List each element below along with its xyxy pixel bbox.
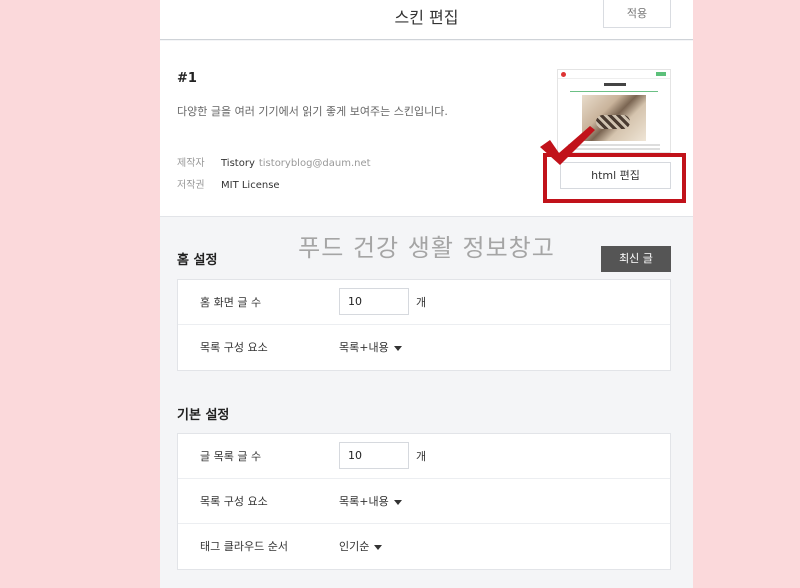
header-bar: 스킨 편집 적용 (160, 0, 693, 40)
tag-cloud-order-select[interactable]: 인기순 (339, 538, 383, 554)
basic-settings-title: 기본 설정 (177, 408, 230, 423)
maker-name: Tistory (221, 158, 255, 169)
home-post-count-label: 홈 화면 글 수 (200, 296, 262, 309)
list-post-count-row: 글 목록 글 수 개 (178, 434, 670, 479)
chevron-down-icon (393, 345, 402, 351)
list-post-count-label: 글 목록 글 수 (200, 450, 262, 463)
maker-row: 제작자 Tistory tistoryblog@daum.net (177, 154, 371, 169)
recent-posts-button[interactable]: 최신 글 (601, 246, 671, 272)
maker-email: tistoryblog@daum.net (258, 158, 371, 169)
list-post-count-unit: 개 (416, 450, 427, 463)
home-post-count-unit: 개 (416, 296, 427, 309)
license-row: 저작권 MIT License (177, 176, 280, 191)
skin-number: #1 (177, 71, 197, 86)
apply-button[interactable]: 적용 (603, 0, 671, 28)
home-settings-title: 홈 설정 (177, 253, 218, 268)
tag-cloud-order-row: 태그 클라우드 순서 인기순 (178, 524, 670, 569)
home-list-composition-row: 목록 구성 요소 목록+내용 (178, 325, 670, 370)
checkmark-icon (540, 126, 595, 165)
home-settings-card: 홈 화면 글 수 개 목록 구성 요소 목록+내용 (177, 279, 671, 371)
skin-edit-panel: 스킨 편집 적용 #1 다양한 글을 여러 기기에서 읽기 좋게 보여주는 스킨… (160, 0, 693, 588)
license-label: 저작권 (177, 180, 205, 191)
home-list-composition-label: 목록 구성 요소 (200, 341, 268, 354)
list-composition-row: 목록 구성 요소 목록+내용 (178, 479, 670, 524)
basic-settings-card: 글 목록 글 수 개 목록 구성 요소 목록+내용 태그 클라우드 순서 인기순 (177, 433, 671, 570)
thumbnail-header (558, 70, 670, 79)
list-composition-select[interactable]: 목록+내용 (339, 493, 402, 509)
license-value: MIT License (221, 180, 280, 191)
tag-cloud-order-value: 인기순 (339, 540, 370, 553)
chevron-down-icon (393, 499, 402, 505)
list-composition-value: 목록+내용 (339, 495, 389, 508)
tag-cloud-order-label: 태그 클라우드 순서 (200, 540, 288, 553)
home-list-composition-select[interactable]: 목록+내용 (339, 339, 402, 355)
home-post-count-input[interactable] (339, 288, 409, 315)
home-list-composition-value: 목록+내용 (339, 341, 389, 354)
list-post-count-input[interactable] (339, 442, 409, 469)
chevron-down-icon (374, 544, 383, 550)
home-post-count-row: 홈 화면 글 수 개 (178, 280, 670, 325)
skin-description: 다양한 글을 여러 기기에서 읽기 좋게 보여주는 스킨입니다. (177, 105, 448, 118)
maker-label: 제작자 (177, 158, 205, 169)
list-composition-label: 목록 구성 요소 (200, 495, 268, 508)
